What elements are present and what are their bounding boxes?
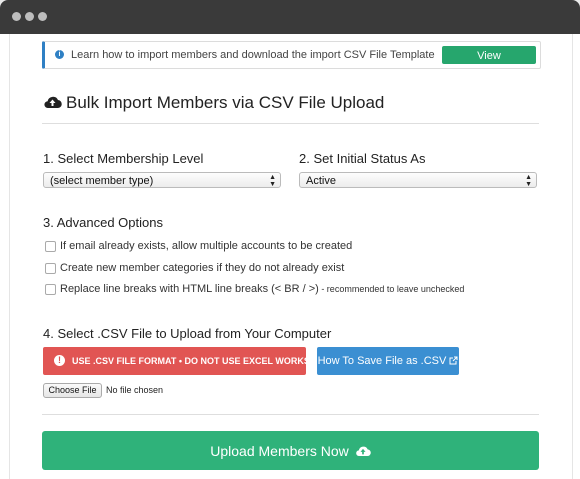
membership-level-label: 1. Select Membership Level — [43, 151, 204, 166]
csv-format-warning: ! USE .CSV FILE FORMAT • DO NOT USE EXCE… — [43, 347, 340, 375]
view-instructions-button[interactable]: View Instructions — [442, 46, 536, 80]
exclamation-icon: ! — [54, 355, 65, 366]
divider — [42, 123, 539, 124]
info-text: Learn how to import members and download… — [71, 49, 435, 61]
checkbox[interactable] — [45, 263, 56, 274]
window-titlebar — [0, 0, 580, 34]
cloud-upload-icon — [44, 96, 62, 109]
how-to-save-csv-button[interactable]: How To Save File as .CSV — [317, 347, 459, 375]
upload-button-label: Upload Members Now — [210, 442, 349, 459]
info-icon: i — [55, 50, 64, 59]
browser-window: i Learn how to import members and downlo… — [0, 0, 580, 479]
select-arrows-icon: ▲ ▼ — [525, 174, 532, 188]
upload-members-button[interactable]: Upload Members Now — [42, 431, 539, 470]
window-dot-icon[interactable] — [12, 12, 21, 21]
option-label: Create new member categories if they do … — [60, 262, 345, 274]
option-label: If email already exists, allow multiple … — [60, 240, 353, 252]
checkbox[interactable] — [45, 284, 56, 295]
page-content: i Learn how to import members and downlo… — [9, 34, 573, 479]
upload-button-content: Upload Members Now — [210, 443, 371, 459]
initial-status-value: Active — [306, 175, 336, 187]
checkbox[interactable] — [45, 241, 56, 252]
file-status: No file chosen — [106, 385, 164, 395]
initial-status-select[interactable]: Active ▲ ▼ — [299, 172, 537, 188]
initial-status-label: 2. Set Initial Status As — [299, 151, 426, 166]
choose-file-button[interactable]: Choose File — [43, 383, 102, 398]
how-to-save-label: How To Save File as .CSV — [317, 355, 447, 367]
option-label: Replace line breaks with HTML line break… — [60, 283, 464, 295]
membership-level-select[interactable]: (select member type) ▲ ▼ — [43, 172, 281, 188]
cloud-upload-icon — [355, 446, 371, 456]
window-dot-icon[interactable] — [25, 12, 34, 21]
page-title: Bulk Import Members via CSV File Upload — [66, 93, 385, 112]
select-file-label: 4. Select .CSV File to Upload from Your … — [43, 326, 332, 341]
option-note: - recommended to leave unchecked — [318, 284, 465, 294]
window-dot-icon[interactable] — [38, 12, 47, 21]
select-arrows-icon: ▲ ▼ — [269, 174, 276, 188]
option-label-text: Replace line breaks with HTML line break… — [60, 283, 319, 295]
external-link-icon — [449, 356, 458, 365]
divider — [42, 414, 539, 415]
membership-level-value: (select member type) — [50, 175, 154, 187]
warning-text: USE .CSV FILE FORMAT • DO NOT USE EXCEL … — [72, 356, 340, 366]
info-banner: i Learn how to import members and downlo… — [42, 41, 541, 80]
advanced-options-label: 3. Advanced Options — [43, 215, 163, 230]
